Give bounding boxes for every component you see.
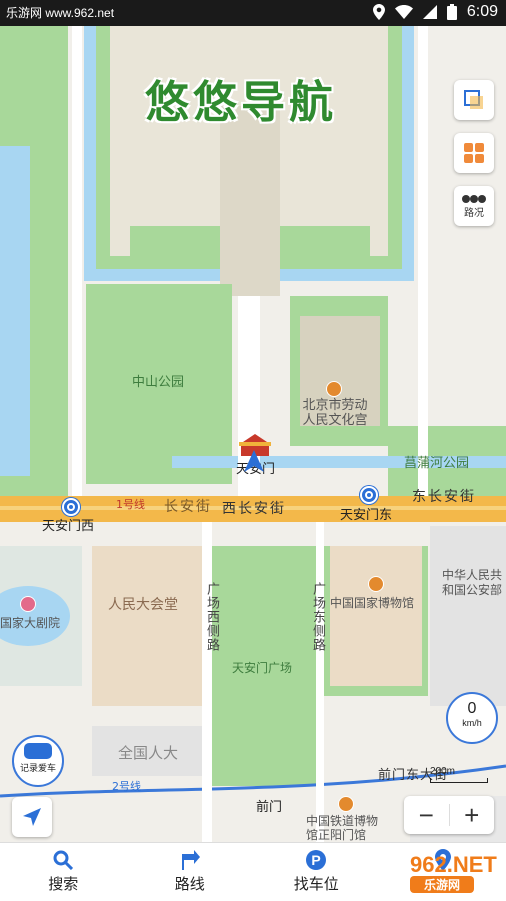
- map-label-zhongshan-park: 中山公园: [132, 371, 184, 390]
- wifi-icon: [395, 5, 413, 19]
- museum-icon: [326, 381, 342, 397]
- map-label-qianmen: 前门: [256, 796, 282, 815]
- search-icon: [53, 850, 73, 870]
- layers-icon: [462, 88, 486, 112]
- map-label-square-east: 广场东侧路: [308, 582, 327, 652]
- signal-icon: [423, 5, 437, 19]
- watermark-sub: 乐游网: [410, 876, 474, 893]
- map-label-changpu-park: 菖蒲河公园: [404, 452, 469, 471]
- zoom-control: − +: [404, 796, 494, 834]
- zoom-in-button[interactable]: +: [450, 796, 495, 834]
- record-car-button[interactable]: 记录爱车: [12, 735, 64, 787]
- status-bar: 乐游网 www.962.net 6:09: [0, 0, 506, 26]
- watermark-logo: 962.NET 乐游网: [410, 852, 497, 893]
- status-time: 6:09: [467, 3, 498, 21]
- app-title: 悠悠导航: [145, 66, 337, 130]
- locate-arrow-icon: [22, 807, 42, 827]
- nav-search[interactable]: 搜索: [0, 843, 127, 901]
- speedometer: 0 km/h: [446, 692, 498, 744]
- nav-parking[interactable]: P 找车位: [253, 843, 380, 901]
- scale-label: 200m: [430, 766, 455, 777]
- map-label-xi-changan: 西长安街: [222, 498, 286, 518]
- map-label-npc: 全国人大: [118, 742, 178, 763]
- speed-unit: km/h: [448, 718, 496, 728]
- map-label-labor-palace: 北京市劳动 人民文化宫: [302, 398, 368, 428]
- theater-icon: [20, 596, 36, 612]
- map-label-changan: 长安街: [164, 496, 212, 516]
- zoom-out-button[interactable]: −: [404, 796, 449, 834]
- watermark-brand: 962.NET: [410, 852, 497, 877]
- traffic-button[interactable]: 路况: [454, 186, 494, 226]
- car-icon: [24, 743, 52, 759]
- record-car-label: 记录爱车: [14, 761, 62, 774]
- metro-station-icon: [62, 498, 80, 516]
- parking-icon: P: [306, 850, 326, 870]
- museum-icon: [338, 796, 354, 812]
- navigation-arrow-icon: [243, 450, 265, 472]
- metro-station-icon: [360, 486, 378, 504]
- map-label-grand-theater: 国家大剧院: [0, 614, 60, 631]
- map-label-tiananmen-dong: 天安门东: [340, 504, 392, 523]
- map-label-square: 天安门广场: [232, 659, 292, 676]
- map-label-square-west: 广场西侧路: [202, 582, 221, 652]
- nav-parking-label: 找车位: [294, 873, 339, 894]
- apps-grid-icon: [463, 142, 485, 164]
- traffic-icon: [462, 194, 486, 204]
- nav-route[interactable]: 路线: [127, 843, 254, 901]
- map-label-line2: 2号线: [112, 778, 141, 794]
- battery-icon: [447, 4, 457, 20]
- museum-icon: [368, 576, 384, 592]
- map-label-great-hall: 人民大会堂: [108, 594, 178, 614]
- status-site-text: 乐游网 www.962.net: [6, 4, 114, 21]
- map-label-line1: 1号线: [116, 496, 145, 512]
- nav-search-label: 搜索: [48, 873, 78, 894]
- map-label-railway-museum: 中国铁道博物 馆正阳门馆: [306, 814, 378, 842]
- map-view[interactable]: 悠悠导航 中山公园 北京市劳动 人民文化宫 菖蒲河公园 天安门 1号线 长安街 …: [0, 26, 506, 842]
- map-label-national-museum: 中国国家博物馆: [330, 594, 414, 611]
- route-icon: [180, 850, 200, 870]
- locate-button[interactable]: [12, 797, 52, 837]
- svg-text:P: P: [312, 852, 321, 868]
- map-label-public-security: 中华人民共 和国公安部: [442, 568, 506, 598]
- nav-route-label: 路线: [175, 873, 205, 894]
- layer-button[interactable]: [454, 80, 494, 120]
- map-scale: 200m: [430, 766, 488, 783]
- location-icon: [373, 4, 385, 20]
- map-label-dong-changan: 东长安街: [412, 486, 476, 506]
- apps-button[interactable]: [454, 133, 494, 173]
- map-label-tiananmen-xi: 天安门西: [42, 515, 94, 534]
- traffic-label: 路况: [464, 204, 484, 219]
- speed-value: 0: [448, 700, 496, 718]
